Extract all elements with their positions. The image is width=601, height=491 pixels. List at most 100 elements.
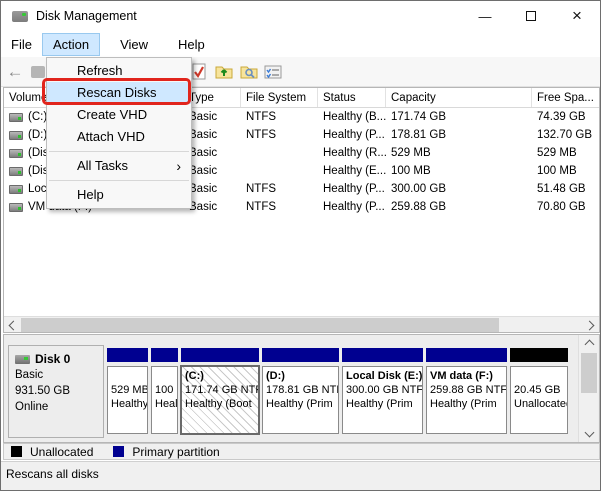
disk0-card[interactable]: Disk 0 Basic 931.50 GB Online [8,345,104,438]
volume-free: 529 MB [532,147,599,159]
volume-icon [9,185,23,194]
status-text: Rescans all disks [6,467,99,481]
volume-free: 100 MB [532,165,599,177]
disk-type: Basic [15,367,103,383]
volume-type: Basic [184,183,241,195]
volume-capacity: 100 MB [386,165,532,177]
maximize-icon [526,11,536,21]
title-bar: Disk Management — × [1,1,600,31]
volume-free: 132.70 GB [532,129,599,141]
partition-block-d[interactable]: (D:)178.81 GB NTFSHealthy (Prim [262,348,339,436]
scroll-down-icon[interactable] [579,426,599,442]
volume-type: Basic [184,111,241,123]
partition-block-c[interactable]: (C:)171.74 GB NTFSHealthy (Boot [181,348,259,436]
back-arrow-icon[interactable]: ← [5,62,25,82]
document-check-icon[interactable] [189,62,209,82]
volume-icon [9,149,23,158]
volume-fs: NTFS [241,111,318,123]
minimize-icon: — [479,9,492,24]
partition-block-unallocated[interactable]: 20.45 GBUnallocated [510,348,568,436]
menu-bar: File Action View Help [1,31,600,57]
rescan-disks-annotation-box [42,78,191,105]
partition-color-bar [107,348,148,362]
volume-free: 51.48 GB [532,183,599,195]
disk-graphical-pane: Disk 0 Basic 931.50 GB Online 529 MBHeal… [3,334,600,443]
volume-status: Healthy (P... [318,129,386,141]
horizontal-scrollbar[interactable] [4,316,599,332]
volume-icon [9,131,23,140]
volume-status: Healthy (P... [318,183,386,195]
menu-view[interactable]: View [110,33,158,56]
status-bar: Rescans all disks [1,461,600,491]
scroll-right-icon[interactable] [583,317,599,333]
menu-item-all-tasks[interactable]: All Tasks› [47,155,191,177]
vertical-scrollbar[interactable] [578,335,598,442]
volume-free: 70.80 GB [532,201,599,213]
volume-capacity: 300.00 GB [386,183,532,195]
volume-free: 74.39 GB [532,111,599,123]
menu-item-attach-vhd[interactable]: Attach VHD [47,126,191,148]
disk-status: Online [15,399,103,415]
col-file-system[interactable]: File System [241,88,318,107]
window-title: Disk Management [36,9,137,23]
partition-color-bar [181,348,259,362]
scroll-left-icon[interactable] [4,317,20,333]
disk-icon [15,355,30,364]
legend-bar: Unallocated Primary partition [3,443,600,460]
vertical-scrollbar-thumb[interactable] [581,353,597,393]
submenu-arrow-icon: › [176,155,181,177]
volume-fs: NTFS [241,183,318,195]
volume-type: Basic [184,165,241,177]
volume-status: Healthy (B... [318,111,386,123]
partition-color-bar [262,348,339,362]
col-capacity[interactable]: Capacity [386,88,532,107]
partition-block-efi[interactable]: 100 MBHealthy [151,348,178,436]
volume-fs: NTFS [241,201,318,213]
volume-status: Healthy (P... [318,201,386,213]
partition-color-bar [510,348,568,362]
partition-block-f[interactable]: VM data (F:)259.88 GB NTFSHealthy (Prim [426,348,507,436]
menu-item-create-vhd[interactable]: Create VHD [47,104,191,126]
maximize-button[interactable] [508,1,554,31]
partition-color-bar [342,348,423,362]
horizontal-scrollbar-thumb[interactable] [21,318,499,332]
volume-status: Healthy (R... [318,147,386,159]
folder-export-icon[interactable] [214,62,234,82]
col-type[interactable]: Type [184,88,241,107]
volume-type: Basic [184,129,241,141]
volume-icon [9,203,23,212]
disk-size: 931.50 GB [15,383,103,399]
legend-unallocated-label: Unallocated [30,445,93,459]
checklist-icon[interactable] [263,62,283,82]
volume-name: (D:) [28,129,47,141]
volume-type: Basic [184,201,241,213]
close-button[interactable]: × [554,1,600,31]
scroll-up-icon[interactable] [579,335,599,351]
volume-icon [9,167,23,176]
partition-block-e[interactable]: Local Disk (E:)300.00 GB NTFSHealthy (Pr… [342,348,423,436]
disk-management-app-icon [12,11,28,22]
menu-action[interactable]: Action [42,33,100,56]
partition-block-recovery[interactable]: 529 MBHealthy ( [107,348,148,436]
volume-type: Basic [184,147,241,159]
folder-search-icon[interactable] [239,62,259,82]
col-status[interactable]: Status [318,88,386,107]
volume-fs: NTFS [241,129,318,141]
volume-capacity: 259.88 GB [386,201,532,213]
menu-item-help[interactable]: Help [47,184,191,206]
disk-management-window: Disk Management — × File Action View Hel… [0,0,601,491]
disk-name: Disk 0 [35,351,70,367]
minimize-button[interactable]: — [462,1,508,31]
volume-status: Healthy (E... [318,165,386,177]
volume-name: (C:) [28,111,47,123]
hidden-icon[interactable] [31,66,45,78]
menu-help[interactable]: Help [168,33,215,56]
volume-capacity: 178.81 GB [386,129,532,141]
primary-partition-swatch [113,446,124,457]
col-free-space[interactable]: Free Spa... [532,88,599,107]
partition-color-bar [426,348,507,362]
volume-capacity: 171.74 GB [386,111,532,123]
volume-capacity: 529 MB [386,147,532,159]
menu-file[interactable]: File [1,33,42,56]
menu-separator [49,180,189,181]
